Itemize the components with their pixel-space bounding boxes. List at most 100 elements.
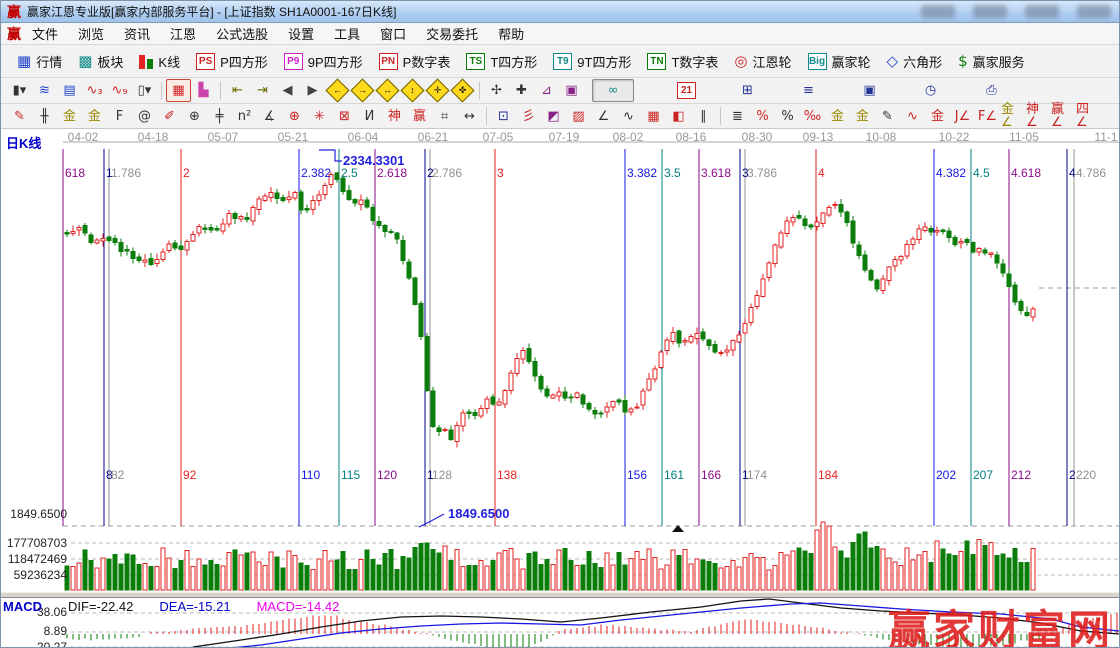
menu-item-窗口[interactable]: 窗口 (371, 23, 415, 44)
toolbar-button-hexagon[interactable]: ◇六角形 (879, 48, 951, 75)
toolbar-button-time-cycle[interactable]: ⊕ (182, 105, 207, 128)
toolbar-button-grid-corner[interactable]: ◧ (666, 105, 691, 128)
toolbar-button-gold-vertical-1[interactable]: 金 (57, 105, 82, 128)
chart-canvas[interactable]: 日K线 2334.3301 1849.6500 MACD DIF=-22.42 … (1, 129, 1120, 648)
toolbar-button-wave-count[interactable]: И (357, 105, 382, 128)
toolbar-button-f-angle[interactable]: F∠ (975, 105, 1000, 128)
toolbar-button-expand-horizontal[interactable]: ↔ (375, 79, 400, 102)
toolbar-button-number-grid[interactable]: ⌗ (432, 105, 457, 128)
toolbar-button-calculator[interactable]: ⊞ (735, 79, 760, 102)
menu-item-资讯[interactable]: 资讯 (115, 23, 159, 44)
toolbar-button-price-scale[interactable]: ≣ (725, 105, 750, 128)
toolbar-button-percent-retracement[interactable]: % (750, 105, 775, 128)
toolbar-button-gold-line[interactable]: 金 (850, 105, 875, 128)
toolbar-button-gann-fan[interactable]: 彡 (516, 105, 541, 128)
toolbar-button-go-first[interactable]: ⇤ (225, 79, 250, 102)
toolbar-button-range-measure[interactable]: ↔ (457, 105, 482, 128)
toolbar-button-gold-vertical-2[interactable]: 金 (82, 105, 107, 128)
toolbar-button-p-square[interactable]: PSP四方形 (188, 48, 276, 75)
toolbar-button-kline-period-select[interactable]: ▮▾ (7, 79, 32, 102)
toolbar-button-star-tool[interactable]: ✳ (307, 105, 332, 128)
toolbar-button-notes-document[interactable]: ≡ (796, 79, 821, 102)
toolbar-button-kline[interactable]: K线 (131, 48, 188, 75)
toolbar-button-9t-square[interactable]: T99T四方形 (545, 48, 639, 75)
toolbar-button-angle-tool[interactable]: ∡ (257, 105, 282, 128)
toolbar-button-wave-3[interactable]: ∿₃ (82, 79, 107, 102)
toolbar-button-fibonacci-lines[interactable]: F (107, 105, 132, 128)
toolbar-button-print[interactable]: ⎙ (979, 79, 1004, 102)
menu-item-江恩[interactable]: 江恩 (161, 23, 205, 44)
toolbar-button-zigzag-tool[interactable]: ∿ (616, 105, 641, 128)
toolbar-button-pan-hand[interactable]: ✢ (484, 79, 509, 102)
toolbar-button-t-number-table[interactable]: TNT数字表 (639, 48, 726, 75)
toolbar-button-shift-right[interactable]: → (350, 79, 375, 102)
toolbar-button-circle-cross[interactable]: ⊕ (282, 105, 307, 128)
menu-item-公式选股[interactable]: 公式选股 (207, 23, 277, 44)
toolbar-button-go-last[interactable]: ⇥ (250, 79, 275, 102)
toolbar-button-winner-wheel[interactable]: Big赢家轮 (800, 48, 879, 75)
toolbar-button-overlay-chart[interactable]: ≋ (32, 79, 57, 102)
window-control-button[interactable] (921, 5, 955, 18)
toolbar-button-grid-tool[interactable]: ▦ (641, 105, 666, 128)
toolbar-button-refresh-time[interactable]: ◷ (918, 79, 943, 102)
toolbar-button-band-wave[interactable]: ∿ (900, 105, 925, 128)
toolbar-button-shen-lines[interactable]: 神 (382, 105, 407, 128)
toolbar-button-wave-9[interactable]: ∿₉ (107, 79, 132, 102)
toolbar-button-shen-angle[interactable]: 神∠ (1025, 105, 1050, 128)
toolbar-button-gann-tool-active[interactable]: ▦ (166, 79, 191, 102)
menu-item-交易委托[interactable]: 交易委托 (417, 23, 487, 44)
toolbar-button-colored-volume[interactable]: ▙ (191, 79, 216, 102)
toolbar-button-zoom-in-all[interactable]: ✜ (450, 79, 475, 102)
toolbar-button-gold-band[interactable]: 金 (925, 105, 950, 128)
toolbar-button-crosshair[interactable]: ✚ (509, 79, 534, 102)
toolbar-button-t-square[interactable]: TST四方形 (458, 48, 545, 75)
toolbar-button-gann-wheel[interactable]: ◎江恩轮 (726, 48, 799, 75)
window-control-button[interactable] (1025, 5, 1059, 18)
toolbar-button-percent-line[interactable]: ‰ (800, 105, 825, 128)
toolbar-button-hash-lines[interactable]: ╪ (207, 105, 232, 128)
toolbar-button-calendar[interactable]: 21 (674, 79, 699, 102)
toolbar-button-9p-square[interactable]: P99P四方形 (276, 48, 371, 75)
menu-item-文件[interactable]: 文件 (23, 23, 67, 44)
toolbar-button-j-angle[interactable]: J∠ (950, 105, 975, 128)
toolbar-button-expand-vertical[interactable]: ↕ (400, 79, 425, 102)
toolbar-button-trend-angle[interactable]: ∠ (591, 105, 616, 128)
toolbar-button-parallel-lines[interactable]: ∥ (691, 105, 716, 128)
window-control-button[interactable] (973, 5, 1007, 18)
menu-item-浏览[interactable]: 浏览 (69, 23, 113, 44)
menu-item-设置[interactable]: 设置 (279, 23, 323, 44)
toolbar-button-ying-angle[interactable]: 赢∠ (1050, 105, 1075, 128)
toolbar-button-step-back[interactable]: ◀ (275, 79, 300, 102)
toolbar-button-browse-view[interactable]: ∞ (592, 79, 634, 102)
menu-item-帮助[interactable]: 帮助 (489, 23, 533, 44)
toolbar-button-gold-angle[interactable]: 金∠ (1000, 105, 1025, 128)
toolbar-button-pen-ruler[interactable]: ✐ (157, 105, 182, 128)
toolbar-button-info-note[interactable]: ▤ (57, 79, 82, 102)
toolbar-button-winner-service[interactable]: $赢家服务 (950, 48, 1033, 75)
menu-item-工具[interactable]: 工具 (325, 23, 369, 44)
toolbar-button-step-forward[interactable]: ▶ (300, 79, 325, 102)
toolbar-button-quotes[interactable]: ▦行情 (9, 48, 70, 75)
toolbar-button-vertical-lines[interactable]: ╫ (32, 105, 57, 128)
toolbar-button-candle-style-select[interactable]: ▯▾ (132, 79, 157, 102)
toolbar-button-diagonal-square[interactable]: ▨ (566, 105, 591, 128)
toolbar-button-ying-lines[interactable]: 赢 (407, 105, 432, 128)
toolbar-button-spiral-tool[interactable]: @ (132, 105, 157, 128)
toolbar-button-sectors[interactable]: ▩板块 (70, 48, 131, 75)
toolbar-button-n-square[interactable]: n² (232, 105, 257, 128)
toolbar-button-clip-tool[interactable]: ▣ (559, 79, 584, 102)
toolbar-button-zoom-out-all[interactable]: ✛ (425, 79, 450, 102)
toolbar-button-p-number-table[interactable]: PNP数字表 (371, 48, 459, 75)
toolbar-button-pen-tool[interactable]: ✎ (7, 105, 32, 128)
toolbar-button-zoom-region[interactable]: ⊿ (534, 79, 559, 102)
toolbar-button-si-angle[interactable]: 四∠ (1075, 105, 1100, 128)
window-control-button[interactable] (1077, 5, 1111, 18)
toolbar-button-shift-left[interactable]: ← (325, 79, 350, 102)
toolbar-button-box-frame[interactable]: ⊡ (491, 105, 516, 128)
toolbar-button-gold-circle[interactable]: 金 (825, 105, 850, 128)
toolbar-button-save[interactable]: ▣ (857, 79, 882, 102)
toolbar-button-gann-square[interactable]: ⊠ (332, 105, 357, 128)
toolbar-button-fan-square[interactable]: ◩ (541, 105, 566, 128)
toolbar-button-candle-pen[interactable]: ✎ (875, 105, 900, 128)
toolbar-button-percent-tool[interactable]: % (775, 105, 800, 128)
